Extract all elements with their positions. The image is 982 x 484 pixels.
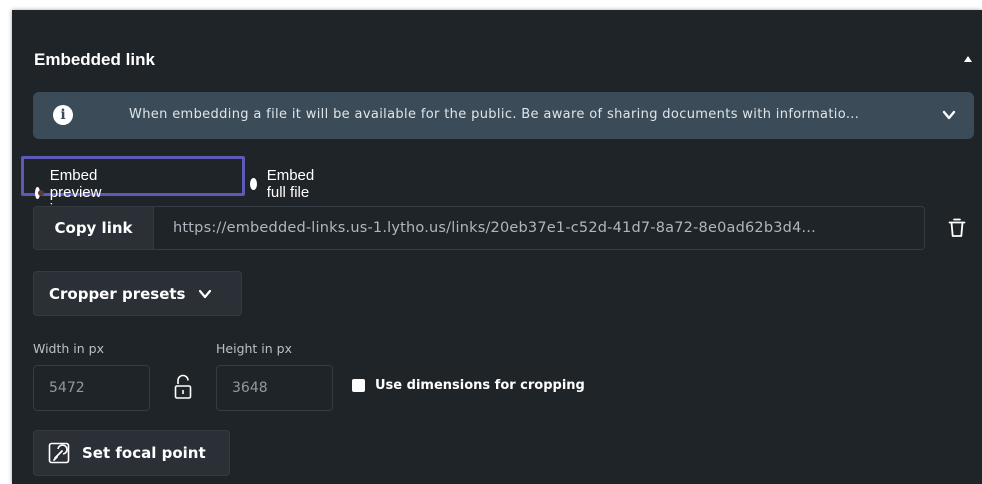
checkbox-box[interactable] bbox=[352, 379, 365, 392]
chevron-down-icon[interactable] bbox=[942, 108, 956, 122]
info-banner-text: When embedding a file it will be availab… bbox=[129, 107, 860, 122]
trash-icon[interactable] bbox=[948, 218, 966, 238]
collapse-caret-icon[interactable] bbox=[964, 56, 972, 62]
cropper-presets-dropdown[interactable]: Cropper presets bbox=[33, 271, 242, 316]
radio-checked-icon bbox=[35, 186, 44, 199]
radio-embed-full-file[interactable]: Embed full file bbox=[250, 167, 320, 201]
info-icon: i bbox=[53, 105, 73, 125]
radio-unchecked-icon bbox=[250, 178, 257, 190]
embed-url-field[interactable]: https://embedded-links.us-1.lytho.us/lin… bbox=[154, 206, 925, 250]
unlock-icon[interactable] bbox=[174, 374, 192, 400]
focal-point-label: Set focal point bbox=[82, 444, 206, 462]
link-row: Copy link https://embedded-links.us-1.ly… bbox=[33, 206, 982, 250]
width-label: Width in px bbox=[33, 341, 104, 356]
width-input[interactable]: 5472 bbox=[33, 365, 150, 411]
height-input[interactable]: 3648 bbox=[216, 365, 333, 411]
embedded-link-panel: Embedded link i When embedding a file it… bbox=[12, 10, 982, 484]
copy-link-button[interactable]: Copy link bbox=[33, 206, 154, 250]
height-label: Height in px bbox=[216, 341, 292, 356]
checkbox-label: Use dimensions for cropping bbox=[375, 378, 585, 393]
radio-label: Embed full file bbox=[266, 167, 315, 201]
use-dimensions-checkbox[interactable]: Use dimensions for cropping bbox=[352, 378, 585, 393]
chevron-down-icon bbox=[198, 289, 211, 298]
section-title: Embedded link bbox=[34, 50, 155, 69]
info-banner[interactable]: i When embedding a file it will be avail… bbox=[33, 92, 974, 139]
focal-point-icon bbox=[48, 442, 70, 464]
set-focal-point-button[interactable]: Set focal point bbox=[33, 430, 230, 476]
cropper-presets-label: Cropper presets bbox=[49, 284, 186, 303]
